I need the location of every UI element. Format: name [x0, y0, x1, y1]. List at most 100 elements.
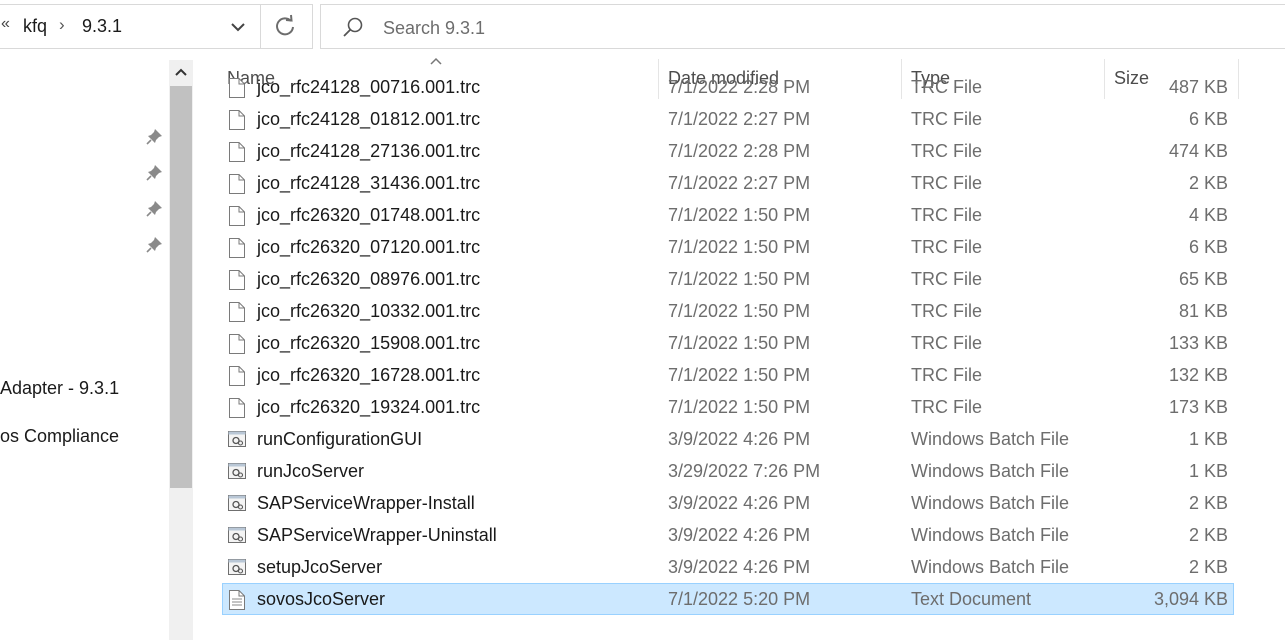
- nav-item-adapter[interactable]: Adapter - 9.3.1: [0, 378, 119, 399]
- file-date-modified: 7/1/2022 5:20 PM: [668, 589, 811, 609]
- file-type: Windows Batch File: [911, 461, 1070, 481]
- file-size: 2 KB: [1188, 493, 1228, 513]
- file-type: Text Document: [911, 589, 1032, 609]
- file-size: 2 KB: [1188, 525, 1228, 545]
- column-divider[interactable]: [1238, 59, 1239, 99]
- scroll-up-arrow-icon[interactable]: [174, 65, 188, 79]
- file-row[interactable]: runJcoServer 3/29/2022 7:26 PM Windows Bat…: [222, 455, 1234, 487]
- file-size: 65 KB: [1178, 269, 1228, 289]
- breadcrumb-kfq[interactable]: kfq: [23, 16, 47, 37]
- chevron-down-icon[interactable]: [226, 13, 250, 41]
- file-row[interactable]: setupJcoServer 3/9/2022 4:26 PM Windows Ba…: [222, 551, 1234, 583]
- file-row[interactable]: jco_rfc26320_10332.001.trc 7/1/2022 1:50 …: [222, 295, 1234, 327]
- file-size: 1 KB: [1188, 429, 1228, 449]
- nav-scrollbar[interactable]: [169, 60, 193, 640]
- file-row[interactable]: SAPServiceWrapper-Install 3/9/2022 4:26 P…: [222, 487, 1234, 519]
- file-icon: [228, 109, 246, 131]
- file-type: Windows Batch File: [911, 525, 1070, 545]
- sort-ascending-icon: [430, 57, 442, 65]
- file-type: Windows Batch File: [911, 429, 1070, 449]
- file-date-modified: 7/1/2022 2:27 PM: [668, 109, 811, 129]
- nav-item-compliance[interactable]: os Compliance: [0, 426, 119, 447]
- file-date-modified: 3/9/2022 4:26 PM: [668, 493, 811, 513]
- file-date-modified: 7/1/2022 1:50 PM: [668, 301, 811, 321]
- file-name[interactable]: jco_rfc26320_08976.001.trc: [257, 269, 480, 290]
- file-name[interactable]: SAPServiceWrapper-Uninstall: [257, 525, 497, 546]
- address-bar[interactable]: « kfq › 9.3.1: [0, 4, 313, 49]
- file-row[interactable]: jco_rfc24128_31436.001.trc 7/1/2022 2:27 …: [222, 167, 1234, 199]
- file-row[interactable]: SAPServiceWrapper-Uninstall 3/9/2022 4:26…: [222, 519, 1234, 551]
- file-name[interactable]: jco_rfc26320_10332.001.trc: [257, 301, 480, 322]
- file-name[interactable]: runJcoServer: [257, 461, 364, 482]
- file-icon: [228, 269, 246, 291]
- batch-file-icon: [228, 557, 246, 579]
- file-date-modified: 7/1/2022 1:50 PM: [668, 397, 811, 417]
- file-row[interactable]: jco_rfc26320_01748.001.trc 7/1/2022 1:50 …: [222, 199, 1234, 231]
- file-name[interactable]: jco_rfc26320_01748.001.trc: [257, 205, 480, 226]
- file-date-modified: 3/9/2022 4:26 PM: [668, 525, 811, 545]
- file-size: 81 KB: [1178, 301, 1228, 321]
- file-date-modified: 7/1/2022 2:27 PM: [668, 173, 811, 193]
- file-name[interactable]: jco_rfc26320_19324.001.trc: [257, 397, 480, 418]
- search-box[interactable]: [320, 4, 1285, 49]
- file-date-modified: 3/9/2022 4:26 PM: [668, 429, 811, 449]
- file-type: TRC File: [911, 301, 982, 321]
- breadcrumb-current-folder[interactable]: 9.3.1: [82, 16, 122, 37]
- file-icon: [228, 205, 246, 227]
- file-icon: [228, 333, 246, 355]
- file-row[interactable]: jco_rfc24128_27136.001.trc 7/1/2022 2:28 …: [222, 135, 1234, 167]
- file-size: 3,094 KB: [1153, 589, 1228, 609]
- file-row[interactable]: jco_rfc26320_08976.001.trc 7/1/2022 1:50 …: [222, 263, 1234, 295]
- file-name[interactable]: jco_rfc26320_15908.001.trc: [257, 333, 480, 354]
- file-date-modified: 7/1/2022 1:50 PM: [668, 365, 811, 385]
- file-size: 4 KB: [1188, 205, 1228, 225]
- file-icon: [228, 173, 246, 195]
- file-icon: [228, 237, 246, 259]
- file-type: Windows Batch File: [911, 493, 1070, 513]
- file-name[interactable]: jco_rfc26320_16728.001.trc: [257, 365, 480, 386]
- pin-icon[interactable]: [146, 235, 164, 253]
- pin-icon[interactable]: [146, 199, 164, 217]
- file-icon: [228, 77, 246, 99]
- pin-icon[interactable]: [146, 163, 164, 181]
- file-name[interactable]: jco_rfc24128_01812.001.trc: [257, 109, 480, 130]
- file-row[interactable]: jco_rfc26320_07120.001.trc 7/1/2022 1:50 …: [222, 231, 1234, 263]
- file-type: TRC File: [911, 269, 982, 289]
- file-name[interactable]: jco_rfc26320_07120.001.trc: [257, 237, 480, 258]
- address-divider: [260, 5, 261, 48]
- file-type: TRC File: [911, 141, 982, 161]
- file-icon: [228, 141, 246, 163]
- file-name[interactable]: runConfigurationGUI: [257, 429, 422, 450]
- overflow-chevron-icon[interactable]: «: [1, 15, 10, 33]
- file-name[interactable]: jco_rfc24128_00716.001.trc: [257, 77, 480, 98]
- file-name[interactable]: SAPServiceWrapper-Install: [257, 493, 475, 514]
- file-name[interactable]: sovosJcoServer: [257, 589, 385, 610]
- file-date-modified: 7/1/2022 1:50 PM: [668, 269, 811, 289]
- file-row[interactable]: jco_rfc26320_16728.001.trc 7/1/2022 1:50 …: [222, 359, 1234, 391]
- batch-file-icon: [228, 493, 246, 515]
- file-size: 1 KB: [1188, 461, 1228, 481]
- navigation-pane: Adapter - 9.3.1 os Compliance: [0, 55, 196, 640]
- refresh-icon[interactable]: [272, 13, 298, 41]
- file-row[interactable]: runConfigurationGUI 3/9/2022 4:26 PM Windo…: [222, 423, 1234, 455]
- file-name[interactable]: jco_rfc24128_31436.001.trc: [257, 173, 480, 194]
- file-row[interactable]: jco_rfc26320_19324.001.trc 7/1/2022 1:50 …: [222, 391, 1234, 423]
- file-type: TRC File: [911, 397, 982, 417]
- scrollbar-thumb[interactable]: [170, 86, 192, 488]
- pin-icon[interactable]: [146, 127, 164, 145]
- file-type: TRC File: [911, 77, 982, 97]
- file-type: TRC File: [911, 237, 982, 257]
- file-list: Name Date modified Type Size jco_rfc2412…: [196, 55, 1285, 640]
- file-date-modified: 7/1/2022 2:28 PM: [668, 141, 811, 161]
- file-name[interactable]: jco_rfc24128_27136.001.trc: [257, 141, 480, 162]
- file-size: 133 KB: [1168, 333, 1228, 353]
- file-row[interactable]: jco_rfc24128_00716.001.trc 7/1/2022 2:28 …: [222, 71, 1234, 103]
- search-input[interactable]: [381, 15, 985, 41]
- file-size: 487 KB: [1168, 77, 1228, 97]
- file-row[interactable]: sovosJcoServer 7/1/2022 5:20 PM Text Docum…: [222, 583, 1234, 615]
- breadcrumb-separator-icon[interactable]: ›: [59, 15, 65, 35]
- file-row[interactable]: jco_rfc24128_01812.001.trc 7/1/2022 2:27 …: [222, 103, 1234, 135]
- file-name[interactable]: setupJcoServer: [257, 557, 382, 578]
- search-icon: [343, 17, 363, 37]
- file-row[interactable]: jco_rfc26320_15908.001.trc 7/1/2022 1:50 …: [222, 327, 1234, 359]
